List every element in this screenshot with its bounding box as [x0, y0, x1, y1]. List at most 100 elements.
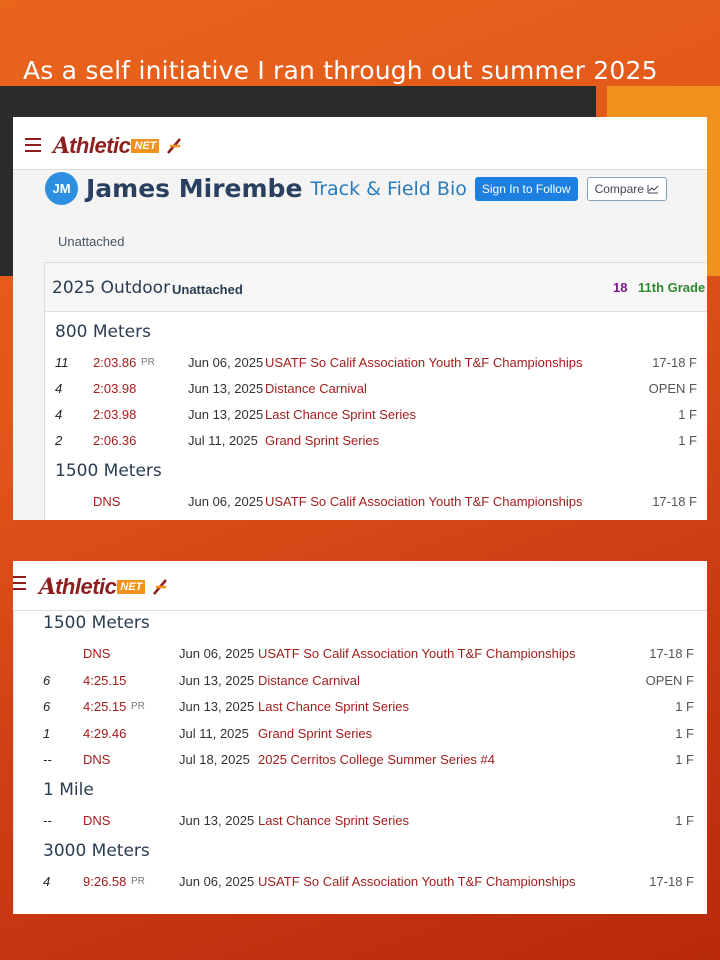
meet-link[interactable]: USATF So Calif Association Youth T&F Cha… — [258, 874, 575, 889]
result-place: -- — [43, 813, 52, 828]
result-date: Jun 13, 2025 — [188, 381, 264, 396]
meet-link[interactable]: Last Chance Sprint Series — [258, 813, 409, 828]
result-division: 1 F — [675, 725, 694, 741]
profile-body: JM James Mirembe Track & Field Bio Sign … — [13, 170, 707, 520]
season-age: 18 — [613, 280, 628, 295]
meet-link[interactable]: Distance Carnival — [258, 673, 360, 688]
logo-mark: A — [39, 574, 56, 600]
result-date: Jun 06, 2025 — [188, 355, 264, 370]
top-navbar: A thletic NET — [13, 117, 707, 170]
screenshot-profile-800m: A thletic NET JM James Mirembe Track & F… — [13, 117, 707, 520]
event-title[interactable]: 1500 Meters — [43, 613, 150, 633]
event-title[interactable]: 1 Mile — [43, 780, 94, 800]
meet-link[interactable]: Last Chance Sprint Series — [265, 407, 416, 422]
result-division: OPEN F — [645, 672, 694, 688]
result-mark-link[interactable]: DNS — [83, 752, 110, 767]
result-division: 1 F — [678, 407, 697, 422]
result-mark-link[interactable]: 2:03.86 — [93, 355, 136, 370]
result-mark-link[interactable]: DNS — [83, 646, 110, 661]
result-date: Jun 13, 2025 — [179, 813, 255, 828]
meet-link[interactable]: Last Chance Sprint Series — [258, 699, 409, 714]
result-date: Jun 06, 2025 — [188, 494, 264, 509]
result-division: 1 F — [675, 813, 694, 828]
result-row: 2 2:06.36 Jul 11, 2025 Grand Sprint Series 1… — [45, 433, 707, 451]
result-division: 1 F — [675, 699, 694, 714]
result-mark-link[interactable]: DNS — [83, 813, 110, 828]
chart-line-icon — [647, 184, 659, 193]
result-division: 17-18 F — [649, 874, 694, 889]
logo-slash-plus-icon — [153, 579, 168, 595]
result-date: Jun 06, 2025 — [179, 874, 255, 889]
result-place: -- — [43, 752, 52, 767]
result-row: 4 2:03.98 Jun 13, 2025 Distance Carnival OPE… — [45, 381, 707, 399]
result-row: DNS Jun 06, 2025 USATF So Calif Associatio… — [14, 646, 694, 664]
compare-button[interactable]: Compare — [586, 176, 668, 201]
result-row: 4 9:26.58 PR Jun 06, 2025 USATF So Calif Ass… — [14, 874, 694, 892]
result-mark-link[interactable]: 4:25.15 — [83, 673, 126, 688]
avatar: JM — [45, 172, 78, 205]
logo-text: thletic — [55, 574, 117, 599]
athleticnet-logo[interactable]: A thletic NET — [39, 574, 169, 600]
result-row: 4 2:03.98 Jun 13, 2025 Last Chance Sprint S… — [45, 407, 707, 425]
team-affiliation: Unattached — [58, 234, 125, 249]
result-mark-link[interactable]: DNS — [93, 494, 120, 509]
result-division: 17-18 F — [652, 355, 697, 370]
result-mark-link[interactable]: 2:03.98 — [93, 381, 136, 396]
logo-text: thletic — [69, 133, 131, 158]
meet-link[interactable]: USATF So Calif Association Youth T&F Cha… — [258, 646, 575, 661]
hamburger-menu-icon[interactable] — [25, 138, 41, 152]
result-row: -- DNS Jul 18, 2025 2025 Cerritos College S… — [14, 752, 694, 770]
meet-link[interactable]: Grand Sprint Series — [265, 433, 379, 448]
meet-link[interactable]: USATF So Calif Association Youth T&F Cha… — [265, 494, 582, 509]
result-place: 4 — [55, 381, 63, 396]
result-place: 1 — [43, 725, 51, 741]
athleticnet-logo[interactable]: A thletic NET — [53, 133, 183, 159]
meet-link[interactable]: Grand Sprint Series — [258, 726, 372, 741]
sign-in-to-follow-button[interactable]: Sign In to Follow — [474, 176, 578, 201]
pr-badge: PR — [131, 701, 145, 712]
event-title[interactable]: 1500 Meters — [55, 461, 162, 481]
result-division: 17-18 F — [652, 494, 697, 509]
season-header[interactable]: 2025 Outdoor Unattached 18 11th Grade — [45, 263, 707, 312]
meet-link[interactable]: USATF So Calif Association Youth T&F Cha… — [265, 355, 582, 370]
result-row: 11 2:03.86 PR Jun 06, 2025 USATF So Calif As… — [45, 355, 707, 373]
slide-title: As a self initiative I ran through out s… — [23, 56, 658, 85]
result-row: 6 4:25.15 PR Jun 13, 2025 Last Chance Sprint… — [14, 699, 694, 717]
result-place: 2 — [55, 433, 63, 448]
result-row: -- DNS Jun 13, 2025 Last Chance Sprint Seri… — [14, 813, 694, 831]
meet-link[interactable]: Distance Carnival — [265, 381, 367, 396]
result-date: Jun 13, 2025 — [188, 407, 264, 422]
result-mark-link[interactable]: 4:25.15 — [83, 699, 126, 714]
season-card: 2025 Outdoor Unattached 18 11th Grade 80… — [44, 262, 707, 520]
hamburger-menu-icon[interactable] — [13, 576, 26, 590]
result-place: 11 — [55, 355, 69, 370]
result-place: 6 — [43, 699, 51, 714]
result-division: 1 F — [675, 752, 694, 767]
results-body: 1500 Meters DNS Jun 06, 2025 USATF So Calif… — [13, 611, 707, 911]
screenshot-profile-1500m-plus: A thletic NET 1500 Meters DNS Jun 06, 2025… — [13, 561, 707, 914]
result-division: 17-18 F — [649, 646, 694, 661]
result-mark-link[interactable]: 2:03.98 — [93, 407, 136, 422]
result-place: 6 — [43, 672, 51, 688]
profile-header: JM James Mirembe Track & Field Bio Sign … — [45, 172, 668, 205]
meet-link[interactable]: 2025 Cerritos College Summer Series #4 — [258, 752, 495, 767]
result-date: Jul 11, 2025 — [188, 433, 258, 448]
bio-subtitle: Track & Field Bio — [310, 177, 467, 200]
athlete-name: James Mirembe — [86, 174, 303, 203]
logo-slash-plus-icon — [167, 138, 182, 154]
season-grade: 11th Grade — [638, 280, 706, 295]
result-date: Jul 11, 2025 — [179, 725, 249, 741]
event-title[interactable]: 3000 Meters — [43, 841, 150, 861]
top-navbar: A thletic NET — [13, 561, 707, 611]
result-division: OPEN F — [648, 381, 697, 396]
pr-badge: PR — [141, 357, 155, 368]
result-mark-link[interactable]: 4:29.46 — [83, 726, 126, 741]
result-mark-link[interactable]: 2:06.36 — [93, 433, 136, 448]
result-mark-link[interactable]: 9:26.58 — [83, 874, 126, 889]
season-team: Unattached — [172, 282, 243, 297]
result-place: 4 — [55, 407, 63, 422]
event-title[interactable]: 800 Meters — [55, 322, 151, 342]
compare-label: Compare — [594, 181, 644, 196]
result-row: 6 4:25.15 Jun 13, 2025 Distance Carnival OPE… — [14, 673, 694, 691]
result-date: Jun 13, 2025 — [179, 672, 255, 688]
